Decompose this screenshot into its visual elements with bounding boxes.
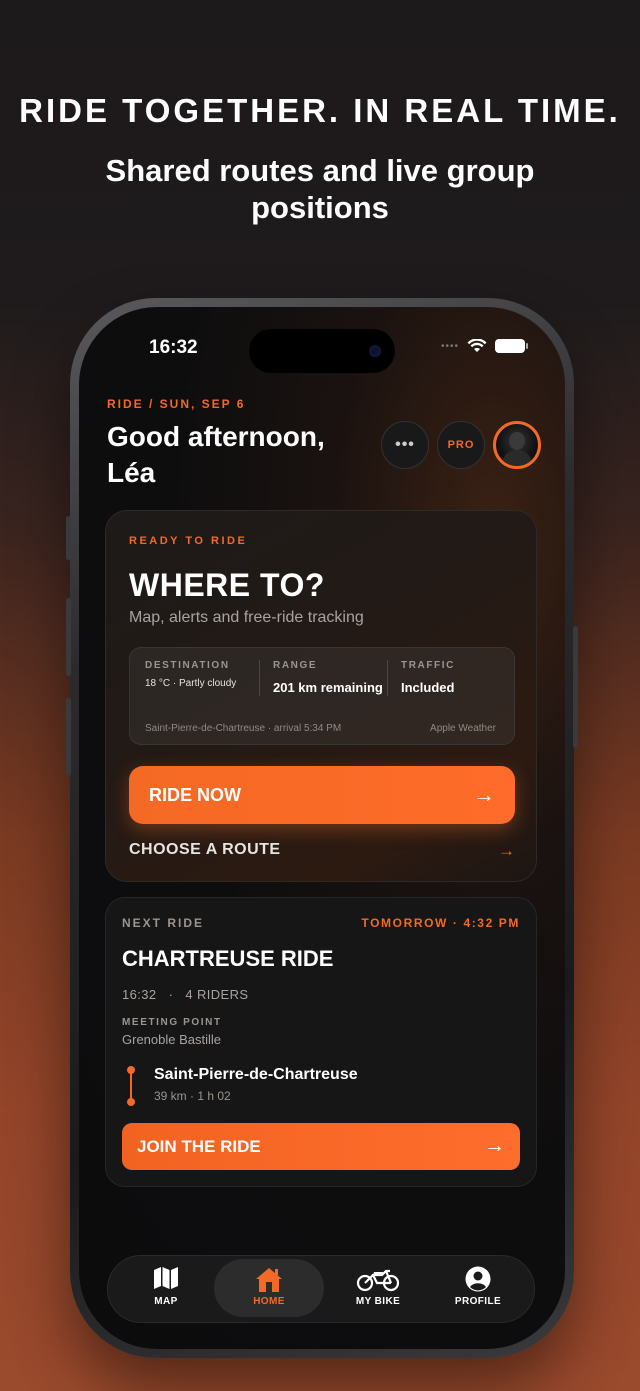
- range-info: RANGE 201 km remaining: [273, 660, 383, 696]
- dynamic-island: [249, 329, 395, 373]
- arrow-right-icon: →: [498, 841, 515, 860]
- promo-subline: Shared routes and live group positions: [105, 153, 535, 225]
- phone-volume-up-button: [66, 598, 71, 676]
- tab-home[interactable]: HOME: [214, 1259, 324, 1317]
- ride-card-kicker: READY TO RIDE: [129, 535, 248, 547]
- tab-bar: MAP HOME MY BIKE PROFILE: [107, 1255, 535, 1323]
- cellular-signal-icon: ••••: [440, 340, 459, 352]
- map-icon: [154, 1267, 178, 1289]
- avatar-head-shape: [509, 432, 525, 450]
- meeting-point-label: MEETING POINT: [122, 1017, 222, 1028]
- date-kicker: RIDE / SUN, SEP 6: [107, 397, 246, 411]
- traffic-value: Included: [401, 680, 455, 695]
- tab-map[interactable]: MAP: [116, 1256, 216, 1322]
- next-ride-kicker: NEXT RIDE: [122, 916, 205, 930]
- traffic-label: TRAFFIC: [401, 660, 455, 671]
- weather-attribution: Apple Weather: [430, 723, 496, 734]
- destination-label: DESTINATION: [145, 660, 230, 671]
- meeting-point-value: Grenoble Bastille: [122, 1032, 221, 1047]
- tab-my-bike[interactable]: MY BIKE: [322, 1256, 434, 1322]
- tab-profile[interactable]: PROFILE: [428, 1256, 528, 1322]
- promo-headline: RIDE TOGETHER. IN REAL TIME.: [19, 92, 621, 129]
- next-ride-destination: Saint-Pierre-de-Chartreuse: [154, 1066, 358, 1083]
- traffic-info: TRAFFIC Included: [401, 660, 511, 696]
- ride-info-box: DESTINATION 18 °C · Partly cloudy RANGE …: [129, 647, 515, 745]
- range-label: RANGE: [273, 660, 318, 671]
- info-divider: [387, 660, 388, 696]
- arrival-info: Saint-Pierre-de-Chartreuse · arrival 5:3…: [145, 723, 342, 734]
- next-ride-time: TOMORROW · 4:32 PM: [361, 916, 520, 930]
- status-icons: ••••: [440, 339, 528, 353]
- phone-power-button: [573, 626, 578, 748]
- status-time: 16:32: [149, 337, 198, 358]
- phone-volume-down-button: [66, 698, 71, 776]
- pro-button[interactable]: PRO: [437, 421, 485, 469]
- next-ride-title: CHARTREUSE RIDE: [122, 946, 334, 971]
- phone-screen: 16:32 •••• RIDE / SUN, SEP 6 Good aftern…: [79, 307, 565, 1349]
- greeting-title: Good afternoon, Léa: [107, 421, 325, 488]
- ride-card-subtitle: Map, alerts and free-ride tracking: [129, 609, 364, 626]
- ride-now-button[interactable]: RIDE NOW →: [129, 766, 515, 824]
- next-ride-distance: 39 km · 1 h 02: [154, 1089, 231, 1103]
- destination-info: DESTINATION 18 °C · Partly cloudy: [145, 660, 255, 691]
- home-icon: [256, 1268, 282, 1292]
- join-ride-button[interactable]: JOIN THE RIDE →: [122, 1123, 520, 1170]
- arrow-right-icon: →: [484, 1134, 505, 1157]
- ride-now-label: RIDE NOW: [149, 785, 241, 805]
- avatar[interactable]: [493, 421, 541, 469]
- route-line-icon: [127, 1066, 135, 1106]
- info-divider: [259, 660, 260, 696]
- tab-my-bike-label: MY BIKE: [355, 1296, 401, 1307]
- tab-profile-label: PROFILE: [454, 1296, 502, 1307]
- profile-icon: [465, 1266, 491, 1292]
- phone-frame: 16:32 •••• RIDE / SUN, SEP 6 Good aftern…: [66, 298, 578, 1358]
- ride-card: READY TO RIDE WHERE TO? Map, alerts and …: [105, 510, 537, 882]
- arrow-right-icon: →: [473, 782, 495, 807]
- choose-route-link[interactable]: CHOOSE A ROUTE →: [129, 841, 515, 863]
- phone-action-button: [66, 516, 71, 560]
- camera-icon: [369, 345, 381, 357]
- next-ride-meta: 16:32 · 4 RIDERS: [122, 987, 249, 1002]
- motorcycle-icon: [356, 1269, 400, 1292]
- battery-icon: [495, 339, 528, 353]
- range-value: 201 km remaining: [273, 680, 383, 695]
- route-start-dot: [127, 1066, 135, 1074]
- join-ride-label: JOIN THE RIDE: [137, 1137, 261, 1156]
- wifi-icon: [467, 339, 487, 352]
- route-end-dot: [127, 1098, 135, 1106]
- tab-map-label: MAP: [154, 1296, 178, 1307]
- tab-home-label: HOME: [253, 1296, 285, 1307]
- avatar-body-shape: [502, 450, 532, 466]
- more-options-button[interactable]: •••: [381, 421, 429, 469]
- choose-route-label: CHOOSE A ROUTE: [129, 841, 281, 858]
- destination-value: 18 °C · Partly cloudy: [145, 678, 237, 689]
- next-ride-card[interactable]: NEXT RIDE TOMORROW · 4:32 PM CHARTREUSE …: [105, 897, 537, 1187]
- ride-card-title: WHERE TO?: [129, 567, 325, 603]
